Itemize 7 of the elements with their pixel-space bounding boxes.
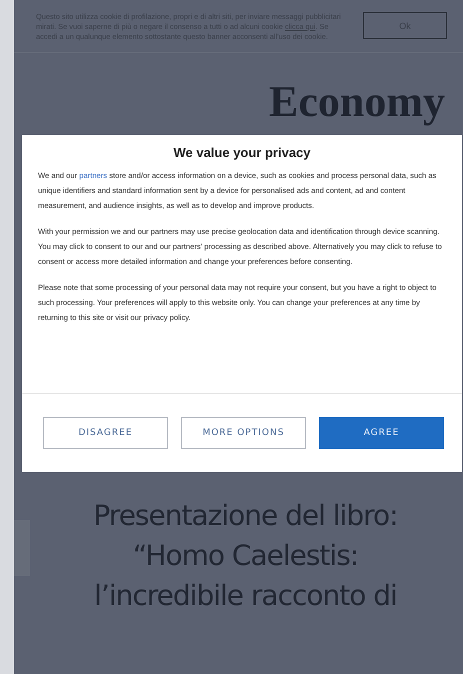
site-logo: Economy	[268, 76, 446, 128]
option-button[interactable]: MORE OPTIONS	[181, 417, 306, 449]
side-tab[interactable]	[14, 520, 30, 576]
article-headline: Presentazione del libro: “Homo Caelestis: l’incredibile racconto di	[92, 498, 399, 614]
dialog-title: We value your privacy	[172, 145, 312, 160]
agree-button[interactable]: AGREE	[319, 417, 444, 449]
option-button[interactable]: DISAGREE	[43, 417, 168, 449]
